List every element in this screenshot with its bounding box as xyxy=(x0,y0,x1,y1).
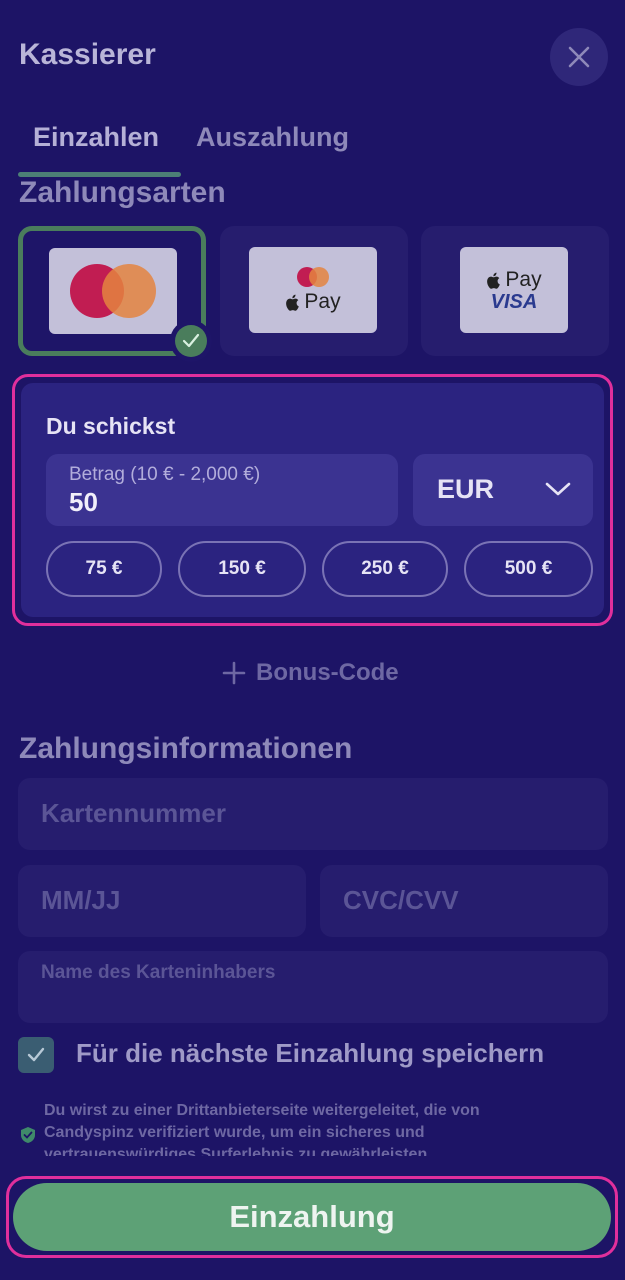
save-card-checkbox[interactable] xyxy=(18,1037,54,1073)
applepay-label: Pay xyxy=(505,268,542,291)
applepay-label: Pay xyxy=(304,290,341,313)
currency-select[interactable]: EUR xyxy=(413,454,593,526)
deposit-button[interactable]: Einzahlung xyxy=(13,1183,611,1251)
payment-method-applepay-visa[interactable]: Pay VISA xyxy=(421,226,609,356)
amount-value: 50 xyxy=(69,487,98,517)
bonus-code-label: Bonus-Code xyxy=(256,659,399,686)
amount-field-label: Betrag (10 € - 2,000 €) xyxy=(69,464,261,485)
amount-input[interactable]: Betrag (10 € - 2,000 €) 50 xyxy=(46,454,398,526)
apple-logo-icon xyxy=(487,272,501,289)
save-card-label: Für die nächste Einzahlung speichern xyxy=(76,1038,545,1068)
send-label: Du schickst xyxy=(46,413,176,439)
mastercard-logo-icon xyxy=(70,264,156,318)
preset-amount-button[interactable]: 150 € xyxy=(178,541,306,597)
plus-icon xyxy=(222,661,246,685)
preset-amount-button[interactable]: 500 € xyxy=(464,541,593,597)
preset-amount-button[interactable]: 250 € xyxy=(322,541,448,597)
page-title: Kassierer xyxy=(19,38,156,71)
visa-logo: VISA xyxy=(490,291,538,313)
redirect-notice: Du wirst zu einer Drittanbieterseite wei… xyxy=(20,1100,500,1156)
cvc-field[interactable]: CVC/CVV xyxy=(320,865,608,937)
apple-logo-icon xyxy=(286,294,300,311)
redirect-notice-text: Du wirst zu einer Drittanbieterseite wei… xyxy=(44,1102,480,1156)
checkmark-icon xyxy=(27,1047,45,1062)
payment-method-applepay-mastercard[interactable]: Pay xyxy=(220,226,408,356)
close-icon xyxy=(568,46,590,68)
applepay-visa-card: Pay VISA xyxy=(460,247,568,333)
payment-info-title: Zahlungsinformationen xyxy=(19,732,353,765)
cvc-placeholder: CVC/CVV xyxy=(343,885,459,915)
mastercard-card xyxy=(49,248,177,334)
shield-check-icon xyxy=(21,1127,35,1143)
chevron-down-icon xyxy=(545,482,571,496)
close-button[interactable] xyxy=(550,28,608,86)
applepay-mastercard-card: Pay xyxy=(249,247,377,333)
deposit-button-frame: Einzahlung xyxy=(6,1176,618,1258)
payment-methods-title: Zahlungsarten xyxy=(19,176,226,209)
card-number-field[interactable]: Kartennummer xyxy=(18,778,608,850)
mastercard-small-icon xyxy=(297,267,329,287)
currency-value: EUR xyxy=(437,474,495,504)
expiry-placeholder: MM/JJ xyxy=(41,885,121,915)
cardholder-placeholder: Name des Karteninhabers xyxy=(41,962,276,983)
checkmark-icon xyxy=(182,333,200,348)
tab-deposit[interactable]: Einzahlen xyxy=(33,122,159,153)
expiry-field[interactable]: MM/JJ xyxy=(18,865,306,937)
preset-amount-button[interactable]: 75 € xyxy=(46,541,162,597)
tab-withdraw[interactable]: Auszahlung xyxy=(196,122,349,153)
selected-check-badge xyxy=(170,320,212,362)
send-amount-panel: Du schickst Betrag (10 € - 2,000 €) 50 E… xyxy=(12,374,613,626)
bonus-code-toggle[interactable]: Bonus-Code xyxy=(222,656,399,690)
card-number-placeholder: Kartennummer xyxy=(41,798,226,828)
cardholder-name-field[interactable]: Name des Karteninhabers xyxy=(18,951,608,1023)
